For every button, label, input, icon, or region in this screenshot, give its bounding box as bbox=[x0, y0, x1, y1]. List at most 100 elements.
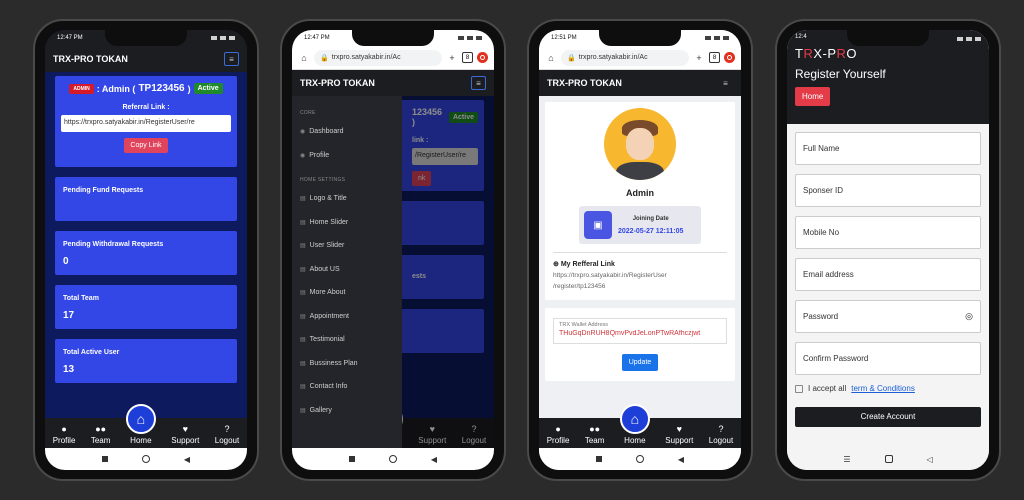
drawer-overlay[interactable] bbox=[402, 96, 494, 470]
sidebar-item-label: Appointment bbox=[309, 312, 349, 320]
sidebar-item-label: User Slider bbox=[309, 242, 345, 250]
sidebar-item-label: Dashboard bbox=[309, 128, 344, 136]
opera-icon[interactable] bbox=[724, 52, 735, 63]
stat-value: 0 bbox=[63, 256, 69, 267]
stat-card-pending-withdrawal[interactable]: Pending Withdrawal Requests 0 bbox=[55, 231, 237, 275]
sidebar-section-core: CORE bbox=[300, 110, 316, 116]
sidebar-item-more-about[interactable]: ▤ More About bbox=[292, 281, 402, 305]
profile-name: Admin bbox=[626, 188, 654, 198]
menu-icon[interactable]: ≡ bbox=[718, 76, 733, 90]
nav-logout[interactable]: ? Logout bbox=[215, 425, 239, 446]
admin-row: ADMIN : Admin (TP123456) Active bbox=[61, 83, 231, 94]
home-circle-icon[interactable] bbox=[884, 455, 893, 463]
help-icon: ? bbox=[718, 424, 724, 434]
email-field[interactable]: Email address bbox=[795, 258, 981, 291]
field-placeholder: Confirm Password bbox=[803, 354, 869, 363]
url-text: trxpro.satyakabir.in/Ac bbox=[331, 54, 401, 61]
stat-card-total-team[interactable]: Total Team 17 bbox=[55, 285, 237, 329]
stage: 12:47 PM TRX-PRO TOKAN ≡ ADMIN : Admin (… bbox=[0, 0, 1024, 500]
field-placeholder: Password bbox=[803, 312, 839, 321]
sidebar-item-profile[interactable]: ◉ Profile bbox=[292, 144, 402, 168]
sidebar-item-about-us[interactable]: ▤ About US bbox=[292, 258, 402, 282]
status-icons bbox=[705, 36, 729, 40]
back-icon[interactable]: ◀ bbox=[431, 455, 437, 464]
home-icon[interactable]: ⌂ bbox=[545, 52, 557, 64]
home-circle-icon[interactable] bbox=[141, 455, 150, 463]
nav-profile[interactable]: ● Profile bbox=[52, 424, 76, 446]
sidebar-item-home-slider[interactable]: ▤ Home Slider bbox=[292, 211, 402, 235]
sidebar-item-appointment[interactable]: ▤ Appointment bbox=[292, 305, 402, 329]
table-icon: ▤ bbox=[300, 266, 306, 273]
menu-icon[interactable]: ≡ bbox=[471, 76, 486, 90]
sidebar-item-testimonial[interactable]: ▤ Testimonial bbox=[292, 328, 402, 352]
referral-url-1[interactable]: https://trxpro.satyakabir.in/RegisterUse… bbox=[553, 270, 727, 281]
terms-link[interactable]: term & Conditions bbox=[851, 384, 915, 393]
sidebar-item-user-slider[interactable]: ▤ User Slider bbox=[292, 234, 402, 258]
back-icon[interactable]: ◀ bbox=[678, 455, 684, 464]
sponser-id-field[interactable]: Sponser ID bbox=[795, 174, 981, 207]
menu-icon[interactable]: ≡ bbox=[224, 52, 239, 66]
home-circle-icon[interactable] bbox=[388, 455, 397, 463]
home-icon[interactable]: ⌂ bbox=[298, 52, 310, 64]
recents-icon[interactable] bbox=[595, 456, 602, 462]
phone-register: 12:4 TRX-PRO Register Yourself Home Full… bbox=[775, 19, 1001, 481]
copy-link-button[interactable]: Copy Link bbox=[124, 138, 168, 153]
active-badge: Active bbox=[193, 83, 223, 94]
home-button[interactable]: Home bbox=[795, 87, 831, 106]
field-placeholder: Sponser ID bbox=[803, 186, 844, 195]
recents-icon[interactable]: ☰ bbox=[843, 455, 850, 464]
nav-support[interactable]: ♥ Support bbox=[171, 425, 199, 446]
confirm-password-field[interactable]: Confirm Password bbox=[795, 342, 981, 375]
tabs-icon[interactable]: 8 bbox=[709, 52, 720, 63]
back-icon[interactable]: ◁ bbox=[927, 455, 933, 464]
sidebar-item-dashboard[interactable]: ◉ Dashboard bbox=[292, 120, 402, 144]
mobile-field[interactable]: Mobile No bbox=[795, 216, 981, 249]
recents-icon[interactable] bbox=[348, 456, 355, 462]
url-bar[interactable]: 🔒 trxpro.satyakabir.in/Ac bbox=[314, 49, 442, 66]
nav-label: Team bbox=[90, 436, 111, 445]
nav-logout[interactable]: ? Logout bbox=[709, 424, 733, 446]
referral-url-field[interactable]: https://trxpro.satyakabir.in/RegisterUse… bbox=[61, 115, 231, 132]
password-field[interactable]: Password ◎ bbox=[795, 300, 981, 333]
recents-icon[interactable] bbox=[101, 456, 108, 462]
referral-url-2[interactable]: /register/tp123456 bbox=[553, 281, 727, 292]
brand-part: X-P bbox=[813, 46, 837, 61]
stat-card-pending-fund[interactable]: Pending Fund Requests bbox=[55, 177, 237, 221]
home-circle-icon[interactable] bbox=[635, 455, 644, 463]
nav-team[interactable]: ●● Team bbox=[90, 425, 111, 446]
sidebar-item-logo-title[interactable]: ▤ Logo & Title bbox=[292, 187, 402, 211]
opera-icon[interactable] bbox=[477, 52, 488, 63]
nav-profile[interactable]: ● Profile bbox=[547, 425, 570, 446]
user-icon: ● bbox=[61, 424, 67, 434]
brand-title: TRX-PRO TOKAN bbox=[53, 54, 128, 64]
plus-icon[interactable]: + bbox=[446, 52, 458, 64]
dashboard-icon: ◉ bbox=[300, 129, 306, 136]
sidebar-item-gallery[interactable]: ▤ Gallery bbox=[292, 399, 402, 423]
wallet-address-field[interactable]: TRX Wallet Address THuGqDnRUH8QmvPvdJeLo… bbox=[553, 318, 727, 344]
back-icon[interactable]: ◀ bbox=[184, 455, 190, 464]
sidebar-item-business-plan[interactable]: ▤ Bussiness Plan bbox=[292, 352, 402, 376]
joining-value: 2022-05-27 12:11:05 bbox=[618, 227, 684, 235]
sidebar-item-contact-info[interactable]: ▤ Contact Info bbox=[292, 375, 402, 399]
nav-home[interactable]: ⌂ Home bbox=[125, 404, 156, 445]
plus-icon[interactable]: + bbox=[693, 52, 705, 64]
users-icon: ●● bbox=[589, 424, 601, 434]
full-name-field[interactable]: Full Name bbox=[795, 132, 981, 165]
eye-off-icon[interactable]: ◎ bbox=[965, 311, 973, 322]
nav-support[interactable]: ♥ Support bbox=[665, 425, 693, 446]
notch bbox=[847, 30, 929, 46]
top-navbar: TRX-PRO TOKAN ≡ bbox=[292, 70, 494, 96]
stat-card-active-user[interactable]: Total Active User 13 bbox=[55, 339, 237, 383]
browser-bar: ⌂ 🔒 trxpro.satyakabir.in/Ac + 8 bbox=[539, 46, 741, 70]
stat-label: Total Active User bbox=[63, 349, 120, 356]
update-button[interactable]: Update bbox=[621, 354, 659, 371]
nav-label: Profile bbox=[52, 436, 76, 445]
sidebar-section-home-settings: HOME SETTINGS bbox=[300, 177, 346, 183]
nav-team[interactable]: ●● Team bbox=[585, 424, 605, 446]
create-account-button[interactable]: Create Account bbox=[795, 407, 981, 427]
nav-home[interactable]: ⌂ Home bbox=[619, 404, 650, 445]
terms-checkbox[interactable] bbox=[795, 384, 803, 393]
url-bar[interactable]: 🔒 trxpro.satyakabir.in/Ac bbox=[561, 49, 689, 66]
tabs-icon[interactable]: 8 bbox=[462, 52, 473, 63]
notch bbox=[599, 30, 681, 46]
